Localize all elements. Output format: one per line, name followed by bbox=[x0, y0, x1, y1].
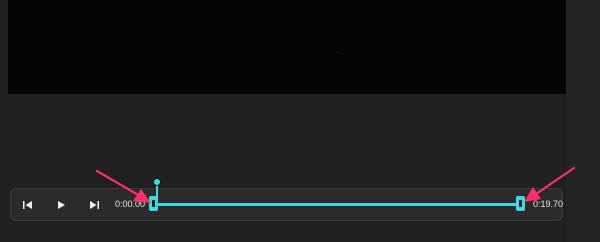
previous-frame-button[interactable] bbox=[17, 195, 39, 215]
video-preview[interactable] bbox=[8, 0, 566, 94]
play-button[interactable] bbox=[50, 195, 72, 215]
skip-back-icon bbox=[23, 201, 32, 209]
playhead-handle[interactable] bbox=[153, 178, 161, 186]
trim-end-handle[interactable] bbox=[516, 196, 525, 211]
timeline-track[interactable] bbox=[154, 203, 523, 206]
end-time-label: 0:19.70 bbox=[533, 199, 564, 209]
video-frame-content bbox=[337, 52, 338, 53]
next-frame-button[interactable] bbox=[83, 195, 105, 215]
scrollbar-track[interactable] bbox=[566, 0, 600, 242]
playback-controls-bar: 0:00.00 0:19.70 bbox=[10, 188, 563, 221]
skip-forward-icon bbox=[90, 201, 99, 209]
play-icon bbox=[58, 201, 65, 209]
current-time-label: 0:00.00 bbox=[115, 199, 146, 209]
video-trim-app: 0:00.00 0:19.70 bbox=[0, 0, 600, 242]
